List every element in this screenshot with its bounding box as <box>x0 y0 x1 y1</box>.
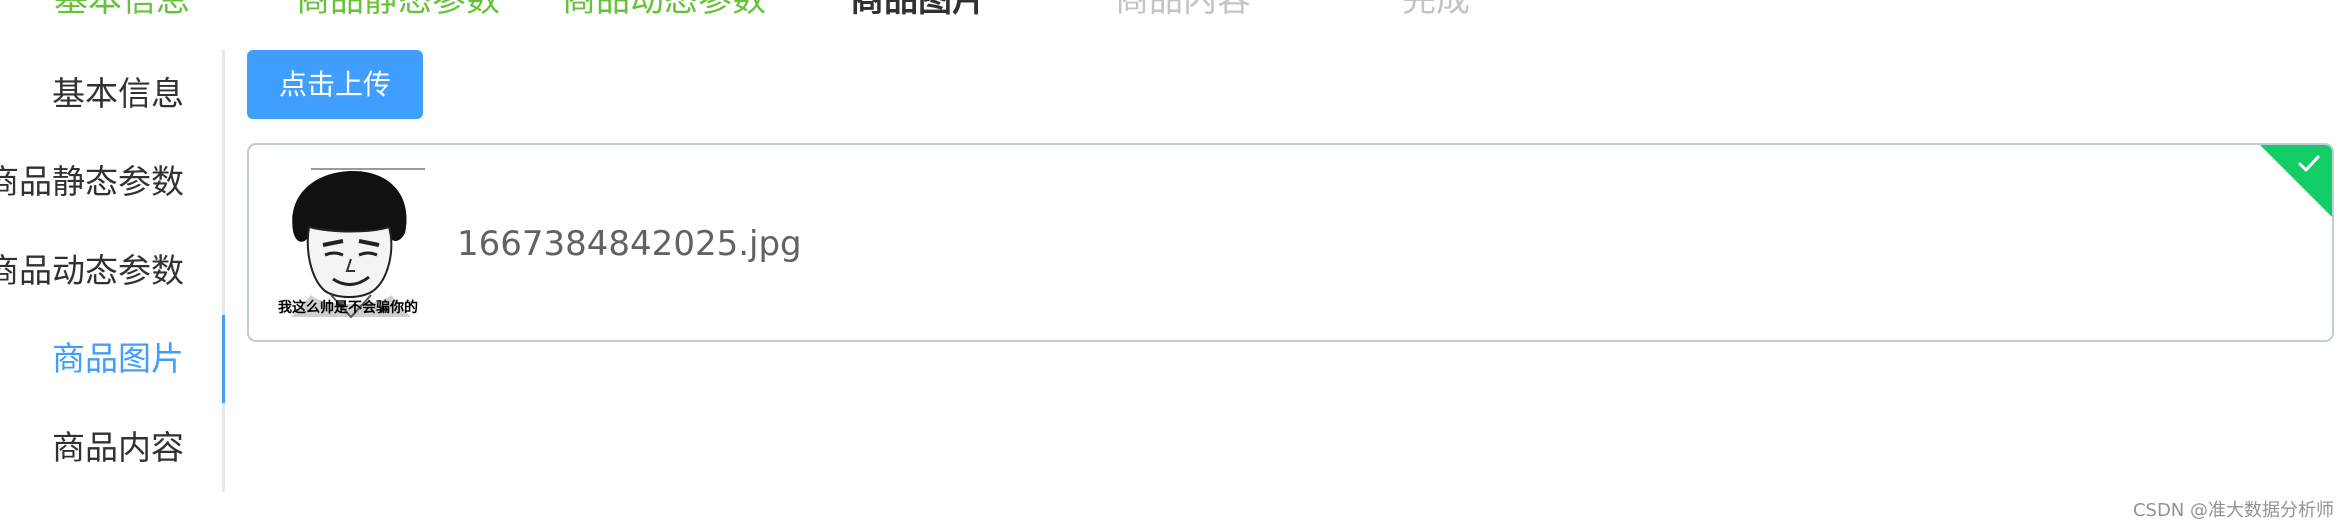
tab-dynamic-params[interactable]: 商品动态参数 <box>0 227 184 315</box>
uploaded-file-item[interactable]: 我这么帅是不会骗你的 1667384842025.jpg <box>247 143 2334 342</box>
check-icon <box>2298 155 2320 172</box>
watermark: CSDN @准大数据分析师 <box>2132 500 2334 521</box>
step-dynamic-params: 商品动态参数 <box>562 0 766 20</box>
page: 基本信息 商品静态参数 商品动态参数 商品图片 商品内容 完成 基本信息 商品静… <box>0 0 2346 527</box>
file-name: 1667384842025.jpg <box>457 224 802 264</box>
tab-basic-info[interactable]: 基本信息 <box>52 50 184 138</box>
upload-button[interactable]: 点击上传 <box>247 50 423 119</box>
vertical-tabs: 基本信息 商品静态参数 商品动态参数 商品图片 商品内容 <box>0 50 226 492</box>
thumbnail-caption: 我这么帅是不会骗你的 <box>278 300 418 316</box>
tabs-divider <box>222 50 225 492</box>
step-finish: 完成 <box>1402 0 1470 20</box>
step-product-content: 商品内容 <box>1115 0 1251 20</box>
steps-bar: 基本信息 商品静态参数 商品动态参数 商品图片 商品内容 完成 <box>0 0 2346 22</box>
step-static-params: 商品静态参数 <box>296 0 500 20</box>
step-product-images: 商品图片 <box>850 0 986 20</box>
file-thumbnail: 我这么帅是不会骗你的 <box>271 167 425 321</box>
active-tab-indicator <box>222 315 225 403</box>
tab-product-images[interactable]: 商品图片 <box>52 315 184 403</box>
tab-static-params[interactable]: 商品静态参数 <box>0 138 184 226</box>
tab-product-content[interactable]: 商品内容 <box>52 404 184 492</box>
step-basic-info: 基本信息 <box>54 0 190 20</box>
